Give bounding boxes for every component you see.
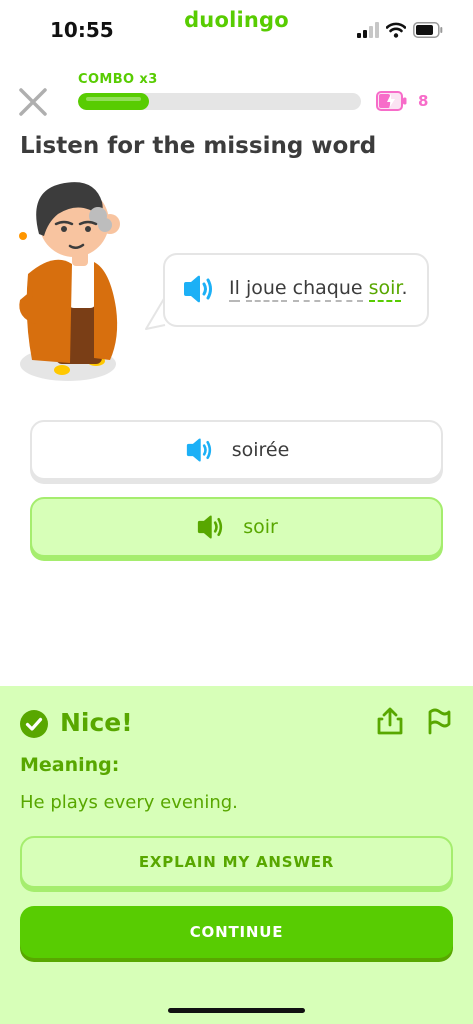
lesson-progress-bar: [78, 93, 361, 110]
answer-option-label: soir: [243, 516, 278, 538]
combo-label: COMBO x3: [78, 72, 158, 87]
lesson-progress-fill: [78, 93, 149, 110]
exercise-title: Listen for the missing word: [20, 133, 377, 159]
share-button[interactable]: [376, 706, 404, 736]
speaker-icon: [186, 438, 211, 462]
feedback-panel: Nice! Meaning: He plays every evening. E…: [0, 686, 473, 1024]
meaning-text: He plays every evening.: [20, 792, 238, 813]
sentence-word[interactable]: joue: [245, 277, 287, 302]
answer-option-soiree[interactable]: soirée: [30, 420, 443, 480]
speech-bubble: Il joue chaque soir.: [163, 253, 429, 327]
play-sentence-button[interactable]: [181, 274, 215, 304]
check-circle-icon: [20, 710, 48, 738]
sentence-word[interactable]: Il: [229, 277, 240, 302]
sentence-end: .: [401, 277, 408, 299]
wifi-icon: [385, 22, 407, 42]
feedback-title: Nice!: [60, 708, 133, 737]
home-indicator[interactable]: [168, 1008, 305, 1013]
continue-button[interactable]: CONTINUE: [20, 906, 453, 958]
report-flag-button[interactable]: [426, 707, 452, 735]
explain-answer-button[interactable]: EXPLAIN MY ANSWER: [20, 836, 453, 888]
meaning-label: Meaning:: [20, 754, 120, 776]
lesson-screen: 10:55 duolingo COMBO x3 8 Listen for the…: [0, 0, 473, 1024]
answer-option-label: soirée: [231, 439, 290, 461]
close-button[interactable]: [16, 85, 50, 119]
speaker-icon: [184, 275, 212, 303]
flag-icon: [428, 708, 451, 735]
speaker-icon: [198, 515, 223, 539]
sentence-answer-word[interactable]: soir: [368, 277, 402, 302]
sentence: Il joue chaque soir.: [229, 277, 408, 302]
energy-count: 8: [418, 92, 429, 110]
battery-icon: [413, 22, 443, 42]
character-illustration: [10, 178, 140, 388]
signal-icon: [357, 22, 379, 42]
sentence-word[interactable]: chaque: [292, 277, 363, 302]
share-icon: [377, 707, 403, 735]
close-icon: [19, 88, 47, 116]
energy-battery-icon: [376, 90, 408, 112]
answer-option-soir[interactable]: soir: [30, 497, 443, 557]
